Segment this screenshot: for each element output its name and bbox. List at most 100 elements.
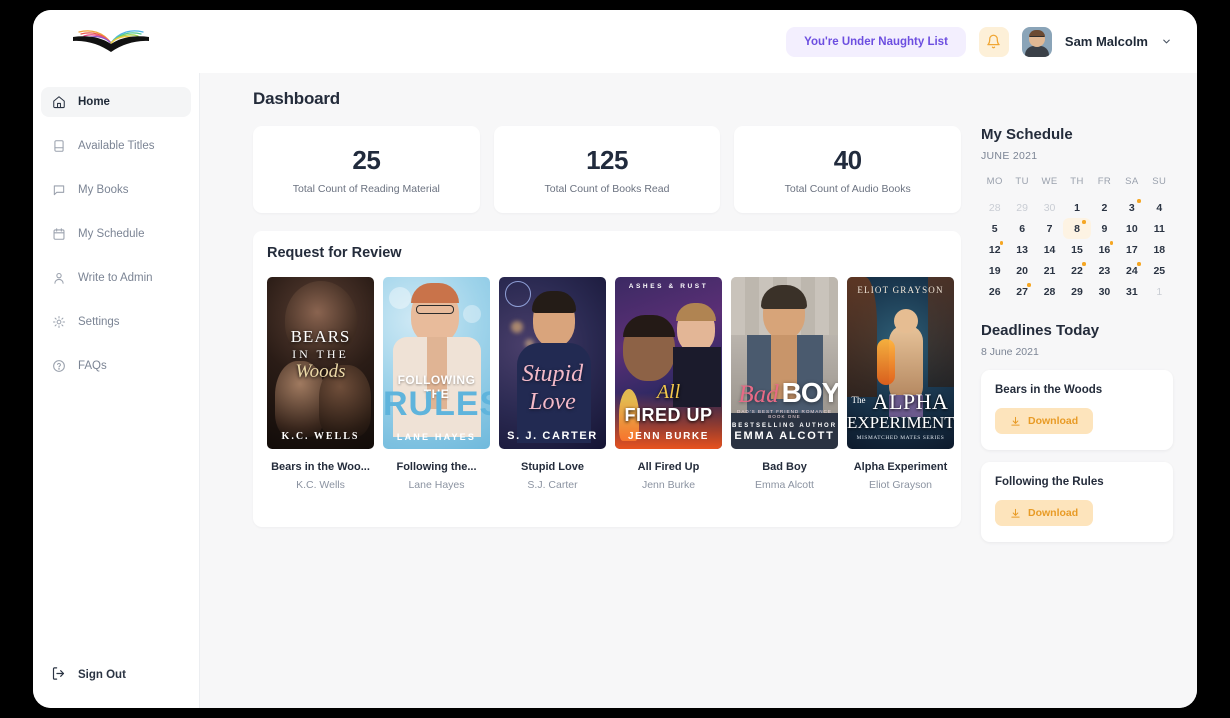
sidebar-item-available-titles[interactable]: Available Titles <box>41 131 191 161</box>
calendar-day[interactable]: 1 <box>1063 197 1090 218</box>
cover-author: EMMA ALCOTT <box>734 430 835 442</box>
calendar-day[interactable]: 17 <box>1118 239 1145 260</box>
calendar-day[interactable]: 26 <box>981 281 1008 302</box>
download-button[interactable]: Download <box>995 500 1094 526</box>
sidebar-item-write-to-admin[interactable]: Write to Admin <box>41 263 191 293</box>
book-card[interactable]: ELIOT GRAYSON The ALPHA EXPERIMENT MISMA… <box>847 277 954 491</box>
chevron-down-icon[interactable] <box>1161 36 1172 47</box>
book-author: Lane Hayes <box>408 479 465 491</box>
sidebar-item-settings[interactable]: Settings <box>41 307 191 337</box>
sidebar-item-faqs[interactable]: FAQs <box>41 351 191 381</box>
weekday-label: SU <box>1152 176 1167 187</box>
content-row: 25 Total Count of Reading Material 125 T… <box>253 126 1173 542</box>
book-cover[interactable]: FOLLOWING THE RULES LANE HAYES <box>383 277 490 449</box>
stat-card: 125 Total Count of Books Read <box>493 126 721 213</box>
calendar-day[interactable]: 10 <box>1118 218 1145 239</box>
calendar-day[interactable]: 14 <box>1036 239 1063 260</box>
weekday-label: TU <box>1015 176 1029 187</box>
book-cover[interactable]: Bad BOY DAD'S BEST FRIEND ROMANCE BOOK O… <box>731 277 838 449</box>
book-cover[interactable]: ASHES & RUST All FIRED UP JENN BURKE <box>615 277 722 449</box>
book-card[interactable]: Bad BOY DAD'S BEST FRIEND ROMANCE BOOK O… <box>731 277 838 491</box>
calendar-day[interactable]: 20 <box>1008 260 1035 281</box>
book-author: S.J. Carter <box>527 479 578 491</box>
cover-line-2: BOY <box>781 377 838 408</box>
deadlines-title: Deadlines Today <box>981 322 1100 339</box>
book-cover[interactable]: Stupid Love S. J. CARTER <box>499 277 606 449</box>
calendar-day[interactable]: 11 <box>1146 218 1173 239</box>
calendar-day[interactable]: 9 <box>1091 218 1118 239</box>
book-list: BEARS IN THE Woods K.C. WELLS Bears in t… <box>267 277 954 491</box>
calendar-day[interactable]: 15 <box>1063 239 1090 260</box>
main-content: Dashboard 25 Total Count of Reading Mate… <box>200 73 1197 708</box>
sign-out-button[interactable]: Sign Out <box>41 662 126 688</box>
open-book-logo[interactable] <box>65 24 157 60</box>
calendar-day[interactable]: 13 <box>1008 239 1035 260</box>
calendar-day[interactable]: 18 <box>1146 239 1173 260</box>
book-card[interactable]: FOLLOWING THE RULES LANE HAYES Following… <box>383 277 490 491</box>
calendar-day[interactable]: 4 <box>1146 197 1173 218</box>
cover-line-3: EXPERIMENT <box>847 413 954 432</box>
book-title: All Fired Up <box>637 461 700 473</box>
cover-pre-author: BESTSELLING AUTHOR <box>731 423 838 429</box>
sidebar-item-my-books[interactable]: My Books <box>41 175 191 205</box>
calendar-day[interactable]: 27 <box>1008 281 1035 302</box>
calendar-day[interactable]: 30 <box>1036 197 1063 218</box>
book-card[interactable]: BEARS IN THE Woods K.C. WELLS Bears in t… <box>267 277 374 491</box>
calendar-day[interactable]: 6 <box>1008 218 1035 239</box>
avatar[interactable] <box>1021 26 1052 57</box>
stat-label: Total Count of Books Read <box>544 182 670 195</box>
calendar-day[interactable]: 28 <box>981 197 1008 218</box>
cover-line-3: Woods <box>295 361 346 382</box>
sidebar-item-my-schedule[interactable]: My Schedule <box>41 219 191 249</box>
calendar-day[interactable]: 16 <box>1091 239 1118 260</box>
calendar-day[interactable]: 29 <box>1063 281 1090 302</box>
book-cover[interactable]: BEARS IN THE Woods K.C. WELLS <box>267 277 374 449</box>
weekday-label: WE <box>1041 176 1058 187</box>
calendar-day[interactable]: 23 <box>1091 260 1118 281</box>
calendar-day[interactable]: 12 <box>981 239 1008 260</box>
weekday-label: SA <box>1125 176 1139 187</box>
right-column: My Schedule JUNE 2021 MO TU WE TH FR SA … <box>981 126 1173 542</box>
calendar-day[interactable]: 1 <box>1146 281 1173 302</box>
cover-top-author: ELIOT GRAYSON <box>857 285 944 295</box>
download-icon <box>1011 508 1020 518</box>
cover-line-2: ALPHA <box>872 389 949 414</box>
sidebar: Home Available Titles My Books My Schedu… <box>33 73 200 708</box>
calendar-day[interactable]: 22 <box>1063 260 1090 281</box>
calendar-day[interactable]: 21 <box>1036 260 1063 281</box>
sign-out-label: Sign Out <box>78 669 126 681</box>
book-author: Emma Alcott <box>755 479 814 491</box>
calendar-day[interactable]: 19 <box>981 260 1008 281</box>
sidebar-item-label: Write to Admin <box>78 272 153 284</box>
calendar-day[interactable]: 5 <box>981 218 1008 239</box>
sidebar-item-label: My Schedule <box>78 228 145 240</box>
calendar-week-row: 12 13 14 15 16 17 18 <box>981 239 1173 260</box>
sign-out-icon <box>51 666 66 684</box>
deadline-card: Bears in the Woods Download <box>981 370 1173 450</box>
calendar-day[interactable]: 28 <box>1036 281 1063 302</box>
book-title: Following the... <box>396 461 477 473</box>
book-card[interactable]: Stupid Love S. J. CARTER Stupid Love S.J… <box>499 277 606 491</box>
calendar-day[interactable]: 30 <box>1091 281 1118 302</box>
calendar-day[interactable]: 25 <box>1146 260 1173 281</box>
book-cover[interactable]: ELIOT GRAYSON The ALPHA EXPERIMENT MISMA… <box>847 277 954 449</box>
calendar-day[interactable]: 29 <box>1008 197 1035 218</box>
gear-icon <box>51 315 66 330</box>
book-card[interactable]: ASHES & RUST All FIRED UP JENN BURKE All… <box>615 277 722 491</box>
calendar-day[interactable]: 7 <box>1036 218 1063 239</box>
download-button[interactable]: Download <box>995 408 1094 434</box>
stat-card: 25 Total Count of Reading Material <box>253 126 480 213</box>
stat-label: Total Count of Reading Material <box>292 182 440 195</box>
deadlines-date: 8 June 2021 <box>981 346 1039 358</box>
calendar-day[interactable]: 8 <box>1063 218 1091 239</box>
weekday-label: TH <box>1070 176 1084 187</box>
user-name[interactable]: Sam Malcolm <box>1065 34 1148 49</box>
calendar-day[interactable]: 31 <box>1118 281 1145 302</box>
book-title: Alpha Experiment <box>853 461 948 473</box>
notification-bell-button[interactable] <box>978 26 1009 57</box>
status-badge[interactable]: You're Under Naughty List <box>786 26 966 57</box>
calendar-day[interactable]: 2 <box>1091 197 1118 218</box>
sidebar-item-home[interactable]: Home <box>41 87 191 117</box>
calendar-day[interactable]: 24 <box>1118 260 1145 281</box>
calendar-day[interactable]: 3 <box>1118 197 1145 218</box>
